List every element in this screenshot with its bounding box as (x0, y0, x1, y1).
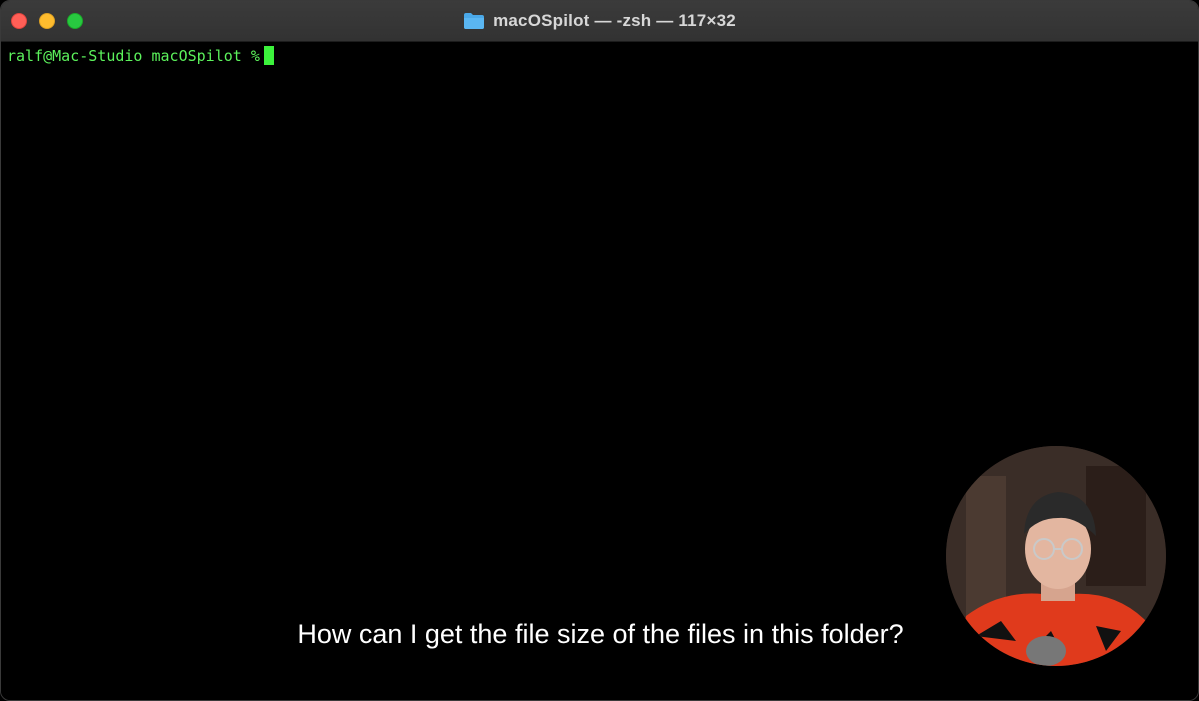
window-title-group: macOSpilot — -zsh — 117×32 (1, 1, 1198, 41)
window-title: macOSpilot — -zsh — 117×32 (493, 11, 736, 30)
text-cursor (263, 46, 274, 65)
prompt-line: ralf@Mac-Studio macOSpilot % (7, 46, 274, 65)
terminal-window: macOSpilot — -zsh — 117×32 ralf@Mac-Stud… (0, 0, 1199, 701)
shell-prompt: ralf@Mac-Studio macOSpilot % (7, 46, 260, 65)
folder-icon (464, 13, 485, 29)
subtitle-caption: How can I get the file size of the files… (1, 619, 1198, 650)
caption-text: How can I get the file size of the files… (297, 619, 904, 649)
title-bar[interactable]: macOSpilot — -zsh — 117×32 (1, 1, 1198, 42)
